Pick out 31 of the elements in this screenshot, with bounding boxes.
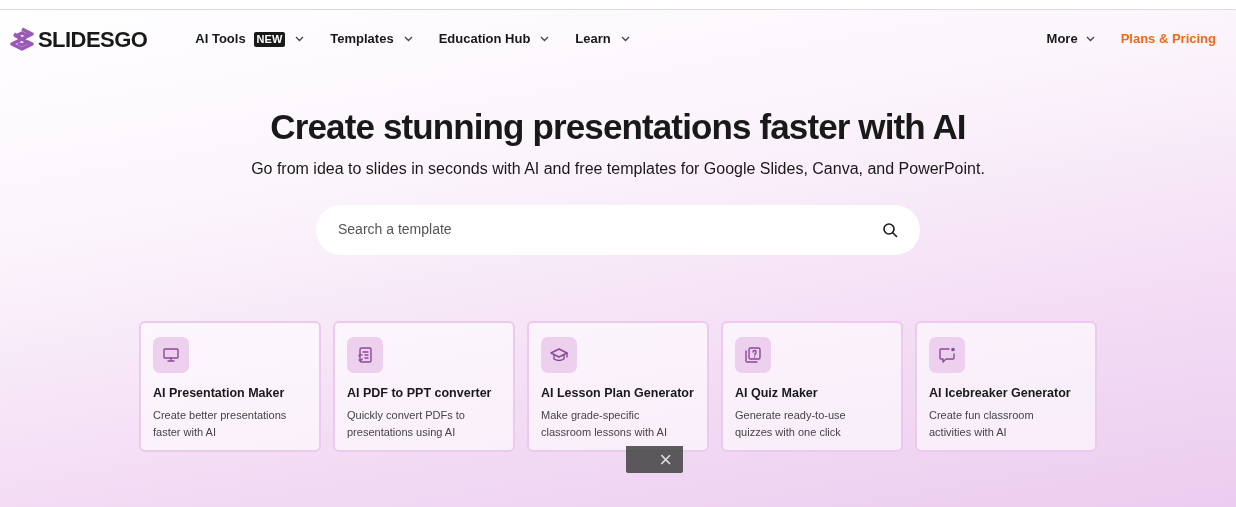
tool-description: Make grade-specific classroom lessons with AI [541,407,668,440]
tool-title: AI Icebreaker Generator [929,384,1072,402]
nav-link[interactable]: Learn [575,29,611,49]
tool-title: AI Presentation Maker [153,384,286,402]
tool-description: Create better presentations faster with AI [153,407,288,440]
hero-subtitle: Go from idea to slides in seconds with AI and free templates for Google Slides, Canva, and PowerPoint. [251,158,985,179]
hero-title: Create stunning presentations faster with AI [270,106,966,148]
tool-card[interactable]: AI Lesson Plan Generator Make grade-specific classroom lessons with AI [527,320,709,452]
tool-description: Generate ready-to-use quizzes with one click [735,407,847,440]
nav-link[interactable]: Templates [330,29,394,49]
search-field[interactable]: Search a template [338,219,882,241]
new-badge: NEW [253,31,286,47]
tool-card[interactable]: AI Icebreaker Generator Create fun classroom activities with AI [915,320,1097,452]
close-button[interactable]: × [626,446,683,473]
question-card-icon [743,344,763,365]
tool-description: Create fun classroom activities with AI [929,407,1035,440]
search-bar[interactable]: Search a template [316,204,920,255]
tool-card[interactable]: AI Quiz Maker Generate ready-to-use quizzes with one click [721,320,903,452]
tool-description: Quickly convert PDFs to presentations using AI [347,407,466,440]
tool-card[interactable]: AI Presentation Maker Create better presentations faster with AI [139,320,321,452]
tool-title: AI Quiz Maker [735,384,819,402]
search-icon[interactable] [882,221,898,238]
nav-link[interactable]: Education Hub [438,29,531,49]
tool-card[interactable]: AI PDF to PPT converter Quickly convert PDFs to presentations using AI [333,320,515,452]
nav-link[interactable]: AI Tools [195,29,246,49]
logo-icon[interactable] [10,27,34,51]
tool-title: AI Lesson Plan Generator [541,384,695,402]
tool-title: AI PDF to PPT converter [347,384,493,402]
document-icon [355,344,375,365]
nav-link[interactable]: More [1046,29,1078,49]
logo-text[interactable]: SLIDESGO [38,22,148,56]
